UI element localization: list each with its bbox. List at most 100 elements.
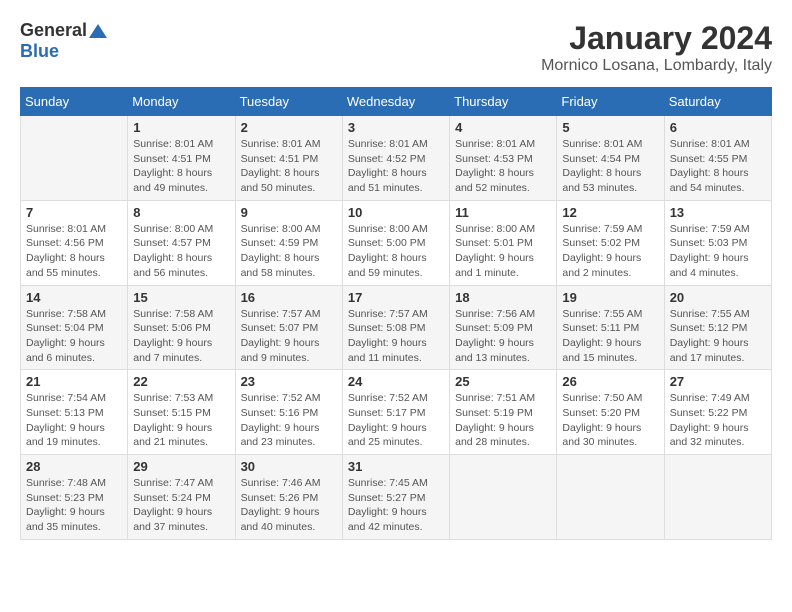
calendar-table: SundayMondayTuesdayWednesdayThursdayFrid…: [20, 87, 772, 540]
calendar-cell: 30Sunrise: 7:46 AMSunset: 5:26 PMDayligh…: [235, 455, 342, 540]
logo-blue-text: Blue: [20, 41, 59, 62]
calendar-cell: 19Sunrise: 7:55 AMSunset: 5:11 PMDayligh…: [557, 285, 664, 370]
day-number: 23: [241, 374, 337, 389]
calendar-cell: 1 Sunrise: 8:01 AMSunset: 4:51 PMDaylight…: [128, 116, 235, 201]
day-info: Sunrise: 7:49 AMSunset: 5:22 PMDaylight:…: [670, 391, 766, 450]
calendar-cell: 26 Sunrise: 7:50 AMSunset: 5:20 PMDayligh…: [557, 370, 664, 455]
day-info: Sunrise: 7:47 AMSunset: 5:24 PMDaylight:…: [133, 476, 229, 535]
day-number: 22: [133, 374, 229, 389]
day-info: Sunrise: 7:57 AMSunset: 5:08 PMDaylight:…: [348, 307, 444, 366]
day-number: 1: [133, 120, 229, 135]
day-number: 3: [348, 120, 444, 135]
day-info: Sunrise: 7:56 AMSunset: 5:09 PMDaylight:…: [455, 307, 551, 366]
weekday-thursday: Thursday: [450, 88, 557, 116]
calendar-cell: [450, 455, 557, 540]
day-info: Sunrise: 7:59 AMSunset: 5:02 PMDaylight:…: [562, 222, 658, 281]
day-number: 7: [26, 205, 122, 220]
day-number: 24: [348, 374, 444, 389]
day-number: 27: [670, 374, 766, 389]
weekday-tuesday: Tuesday: [235, 88, 342, 116]
calendar-cell: 17 Sunrise: 7:57 AMSunset: 5:08 PMDayligh…: [342, 285, 449, 370]
day-info: Sunrise: 8:01 AMSunset: 4:54 PMDaylight:…: [562, 137, 658, 196]
calendar-cell: 28 Sunrise: 7:48 AMSunset: 5:23 PMDayligh…: [21, 455, 128, 540]
calendar-title: January 2024: [541, 20, 772, 57]
day-number: 26: [562, 374, 658, 389]
day-number: 29: [133, 459, 229, 474]
calendar-subtitle: Mornico Losana, Lombardy, Italy: [541, 57, 772, 75]
day-number: 6: [670, 120, 766, 135]
day-number: 12: [562, 205, 658, 220]
day-info: Sunrise: 7:52 AMSunset: 5:17 PMDaylight:…: [348, 391, 444, 450]
day-number: 31: [348, 459, 444, 474]
day-info: Sunrise: 7:53 AMSunset: 5:15 PMDaylight:…: [133, 391, 229, 450]
calendar-cell: 5 Sunrise: 8:01 AMSunset: 4:54 PMDaylight…: [557, 116, 664, 201]
calendar-cell: 8 Sunrise: 8:00 AMSunset: 4:57 PMDaylight…: [128, 200, 235, 285]
week-row-5: 28 Sunrise: 7:48 AMSunset: 5:23 PMDayligh…: [21, 455, 772, 540]
calendar-cell: 16 Sunrise: 7:57 AMSunset: 5:07 PMDayligh…: [235, 285, 342, 370]
day-number: 5: [562, 120, 658, 135]
day-number: 30: [241, 459, 337, 474]
day-info: Sunrise: 7:55 AMSunset: 5:12 PMDaylight:…: [670, 307, 766, 366]
weekday-saturday: Saturday: [664, 88, 771, 116]
calendar-cell: 2Sunrise: 8:01 AMSunset: 4:51 PMDaylight…: [235, 116, 342, 201]
day-number: 4: [455, 120, 551, 135]
calendar-cell: 31Sunrise: 7:45 AMSunset: 5:27 PMDayligh…: [342, 455, 449, 540]
week-row-1: 1 Sunrise: 8:01 AMSunset: 4:51 PMDaylight…: [21, 116, 772, 201]
logo-general-text: General: [20, 20, 87, 41]
day-number: 16: [241, 290, 337, 305]
calendar-cell: 13 Sunrise: 7:59 AMSunset: 5:03 PMDayligh…: [664, 200, 771, 285]
weekday-wednesday: Wednesday: [342, 88, 449, 116]
day-number: 19: [562, 290, 658, 305]
week-row-2: 7 Sunrise: 8:01 AMSunset: 4:56 PMDaylight…: [21, 200, 772, 285]
day-info: Sunrise: 7:51 AMSunset: 5:19 PMDaylight:…: [455, 391, 551, 450]
calendar-cell: 3 Sunrise: 8:01 AMSunset: 4:52 PMDaylight…: [342, 116, 449, 201]
weekday-header-row: SundayMondayTuesdayWednesdayThursdayFrid…: [21, 88, 772, 116]
day-info: Sunrise: 8:00 AMSunset: 4:57 PMDaylight:…: [133, 222, 229, 281]
calendar-cell: 27 Sunrise: 7:49 AMSunset: 5:22 PMDayligh…: [664, 370, 771, 455]
calendar-cell: 22 Sunrise: 7:53 AMSunset: 5:15 PMDayligh…: [128, 370, 235, 455]
calendar-body: 1 Sunrise: 8:01 AMSunset: 4:51 PMDaylight…: [21, 116, 772, 540]
week-row-3: 14Sunrise: 7:58 AMSunset: 5:04 PMDayligh…: [21, 285, 772, 370]
logo: General Blue: [20, 20, 107, 62]
day-info: Sunrise: 8:01 AMSunset: 4:53 PMDaylight:…: [455, 137, 551, 196]
calendar-cell: 11 Sunrise: 8:00 AMSunset: 5:01 PMDayligh…: [450, 200, 557, 285]
day-info: Sunrise: 7:57 AMSunset: 5:07 PMDaylight:…: [241, 307, 337, 366]
day-info: Sunrise: 8:01 AMSunset: 4:56 PMDaylight:…: [26, 222, 122, 281]
calendar-cell: 7 Sunrise: 8:01 AMSunset: 4:56 PMDaylight…: [21, 200, 128, 285]
day-info: Sunrise: 7:58 AMSunset: 5:06 PMDaylight:…: [133, 307, 229, 366]
day-info: Sunrise: 8:01 AMSunset: 4:55 PMDaylight:…: [670, 137, 766, 196]
day-info: Sunrise: 8:01 AMSunset: 4:52 PMDaylight:…: [348, 137, 444, 196]
day-number: 8: [133, 205, 229, 220]
day-info: Sunrise: 8:00 AMSunset: 5:00 PMDaylight:…: [348, 222, 444, 281]
day-info: Sunrise: 7:52 AMSunset: 5:16 PMDaylight:…: [241, 391, 337, 450]
day-number: 13: [670, 205, 766, 220]
calendar-cell: 10 Sunrise: 8:00 AMSunset: 5:00 PMDayligh…: [342, 200, 449, 285]
day-number: 15: [133, 290, 229, 305]
day-info: Sunrise: 8:00 AMSunset: 4:59 PMDaylight:…: [241, 222, 337, 281]
day-number: 11: [455, 205, 551, 220]
header: General Blue January 2024 Mornico Losana…: [20, 20, 772, 75]
day-number: 9: [241, 205, 337, 220]
calendar-cell: [557, 455, 664, 540]
calendar-cell: 14Sunrise: 7:58 AMSunset: 5:04 PMDayligh…: [21, 285, 128, 370]
day-info: Sunrise: 7:54 AMSunset: 5:13 PMDaylight:…: [26, 391, 122, 450]
calendar-cell: [21, 116, 128, 201]
calendar-cell: 18Sunrise: 7:56 AMSunset: 5:09 PMDayligh…: [450, 285, 557, 370]
day-info: Sunrise: 7:58 AMSunset: 5:04 PMDaylight:…: [26, 307, 122, 366]
day-number: 21: [26, 374, 122, 389]
day-number: 28: [26, 459, 122, 474]
day-info: Sunrise: 7:59 AMSunset: 5:03 PMDaylight:…: [670, 222, 766, 281]
day-info: Sunrise: 7:50 AMSunset: 5:20 PMDaylight:…: [562, 391, 658, 450]
day-info: Sunrise: 7:48 AMSunset: 5:23 PMDaylight:…: [26, 476, 122, 535]
day-number: 25: [455, 374, 551, 389]
day-number: 17: [348, 290, 444, 305]
day-info: Sunrise: 8:01 AMSunset: 4:51 PMDaylight:…: [133, 137, 229, 196]
calendar-cell: 29 Sunrise: 7:47 AMSunset: 5:24 PMDayligh…: [128, 455, 235, 540]
title-area: January 2024 Mornico Losana, Lombardy, I…: [541, 20, 772, 75]
calendar-header: SundayMondayTuesdayWednesdayThursdayFrid…: [21, 88, 772, 116]
weekday-sunday: Sunday: [21, 88, 128, 116]
calendar-cell: 6 Sunrise: 8:01 AMSunset: 4:55 PMDaylight…: [664, 116, 771, 201]
day-number: 10: [348, 205, 444, 220]
day-info: Sunrise: 8:00 AMSunset: 5:01 PMDaylight:…: [455, 222, 551, 281]
calendar-cell: 23 Sunrise: 7:52 AMSunset: 5:16 PMDayligh…: [235, 370, 342, 455]
